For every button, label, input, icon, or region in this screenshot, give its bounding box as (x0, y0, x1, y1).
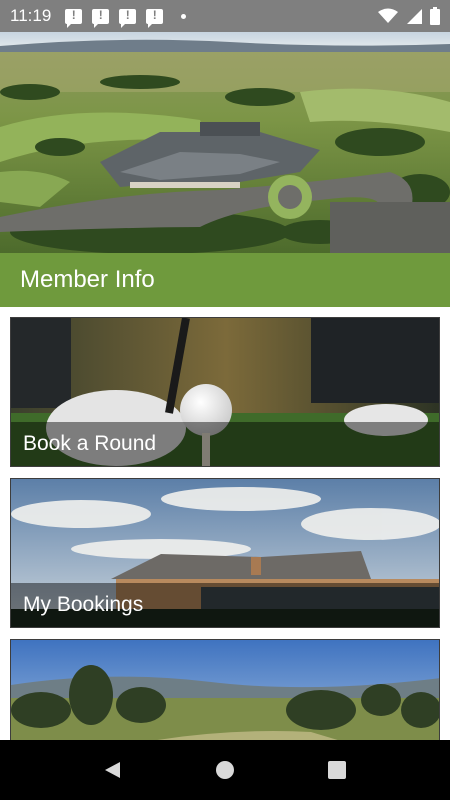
message-alert-icon (92, 8, 110, 28)
wifi-icon (378, 8, 398, 23)
home-icon (216, 761, 234, 779)
message-alert-icon (119, 8, 137, 28)
aerial-course-image (0, 32, 450, 253)
message-alert-icon (146, 8, 164, 28)
system-nav-bar (0, 740, 450, 800)
my-bookings-card[interactable]: My Bookings (10, 478, 440, 628)
message-alert-icon (65, 8, 83, 28)
recents-icon (328, 761, 346, 779)
book-a-round-card[interactable]: Book a Round (10, 317, 440, 467)
back-icon (105, 762, 120, 778)
battery-icon (430, 7, 440, 25)
hero-course-photo (0, 32, 450, 253)
page-title: Member Info (0, 253, 450, 307)
course-landscape-image (11, 640, 439, 740)
my-bookings-label: My Bookings (11, 583, 439, 627)
status-bar: 11:19 (0, 0, 450, 32)
home-button[interactable] (195, 740, 255, 800)
book-a-round-label: Book a Round (11, 422, 439, 466)
course-landscape-card[interactable] (10, 639, 440, 740)
more-notifications-dot-icon (181, 13, 187, 19)
status-time: 11:19 (10, 6, 52, 25)
signal-icon (407, 9, 422, 24)
status-icons (378, 7, 440, 25)
recents-button[interactable] (307, 740, 367, 800)
back-button[interactable] (82, 740, 142, 800)
